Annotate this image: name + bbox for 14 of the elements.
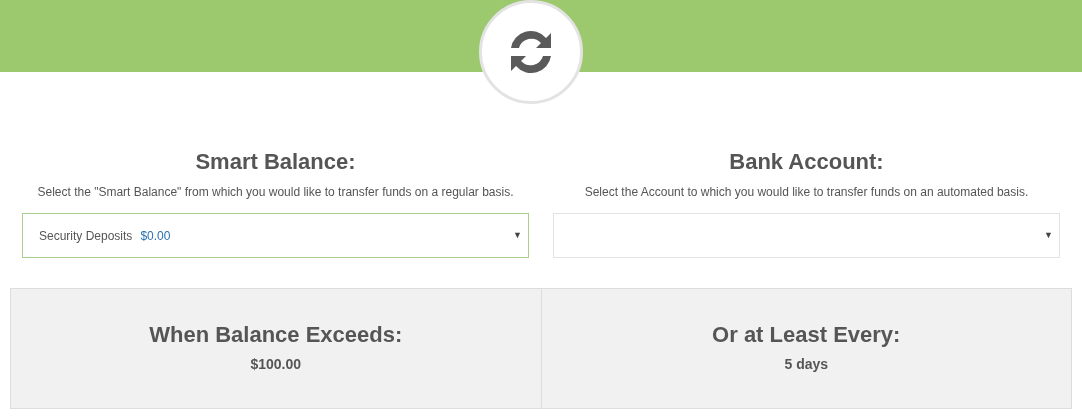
selected-account-amount: $0.00	[140, 227, 171, 245]
dropdown-arrow: ▼	[1044, 228, 1053, 242]
section-heading: Bank Account:	[729, 149, 884, 175]
dropdown-select[interactable]: Security Deposits $0.00 ▼	[22, 213, 529, 258]
rule-value: 5 days	[784, 355, 829, 374]
dropdown-arrow: ▼	[513, 228, 522, 242]
section-description: Select the "Smart Balance" from which you would like to transfer funds on a regular basis.	[37, 184, 514, 201]
rule-label: Or at Least Every:	[712, 322, 901, 348]
section-heading: Smart Balance:	[195, 149, 356, 175]
selected-account-name: Security Deposits	[39, 227, 133, 245]
section-description: Select the Account to which you would like to transfer funds on an automated basis.	[584, 184, 1029, 201]
rule-value: $100.00	[250, 355, 302, 374]
dropdown-select[interactable]: ▼	[553, 213, 1060, 258]
rule-label: When Balance Exceeds:	[149, 322, 403, 348]
